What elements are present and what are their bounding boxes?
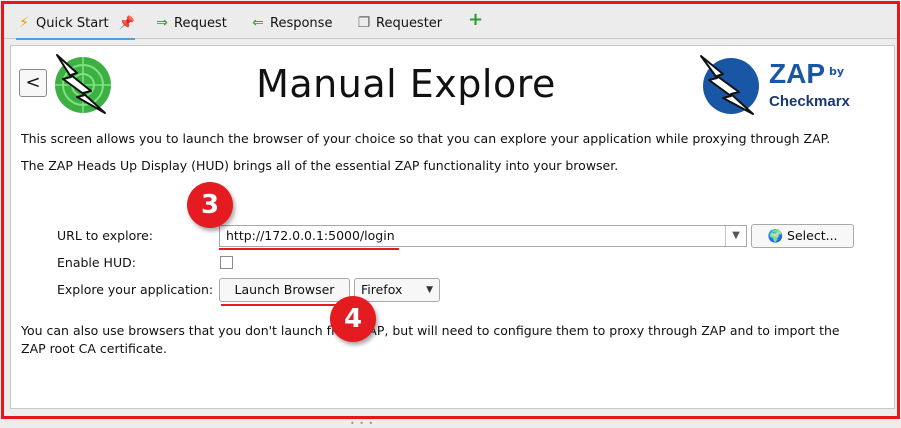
resize-grip[interactable]: • • • — [350, 419, 374, 428]
highlight-frame — [1, 1, 900, 419]
